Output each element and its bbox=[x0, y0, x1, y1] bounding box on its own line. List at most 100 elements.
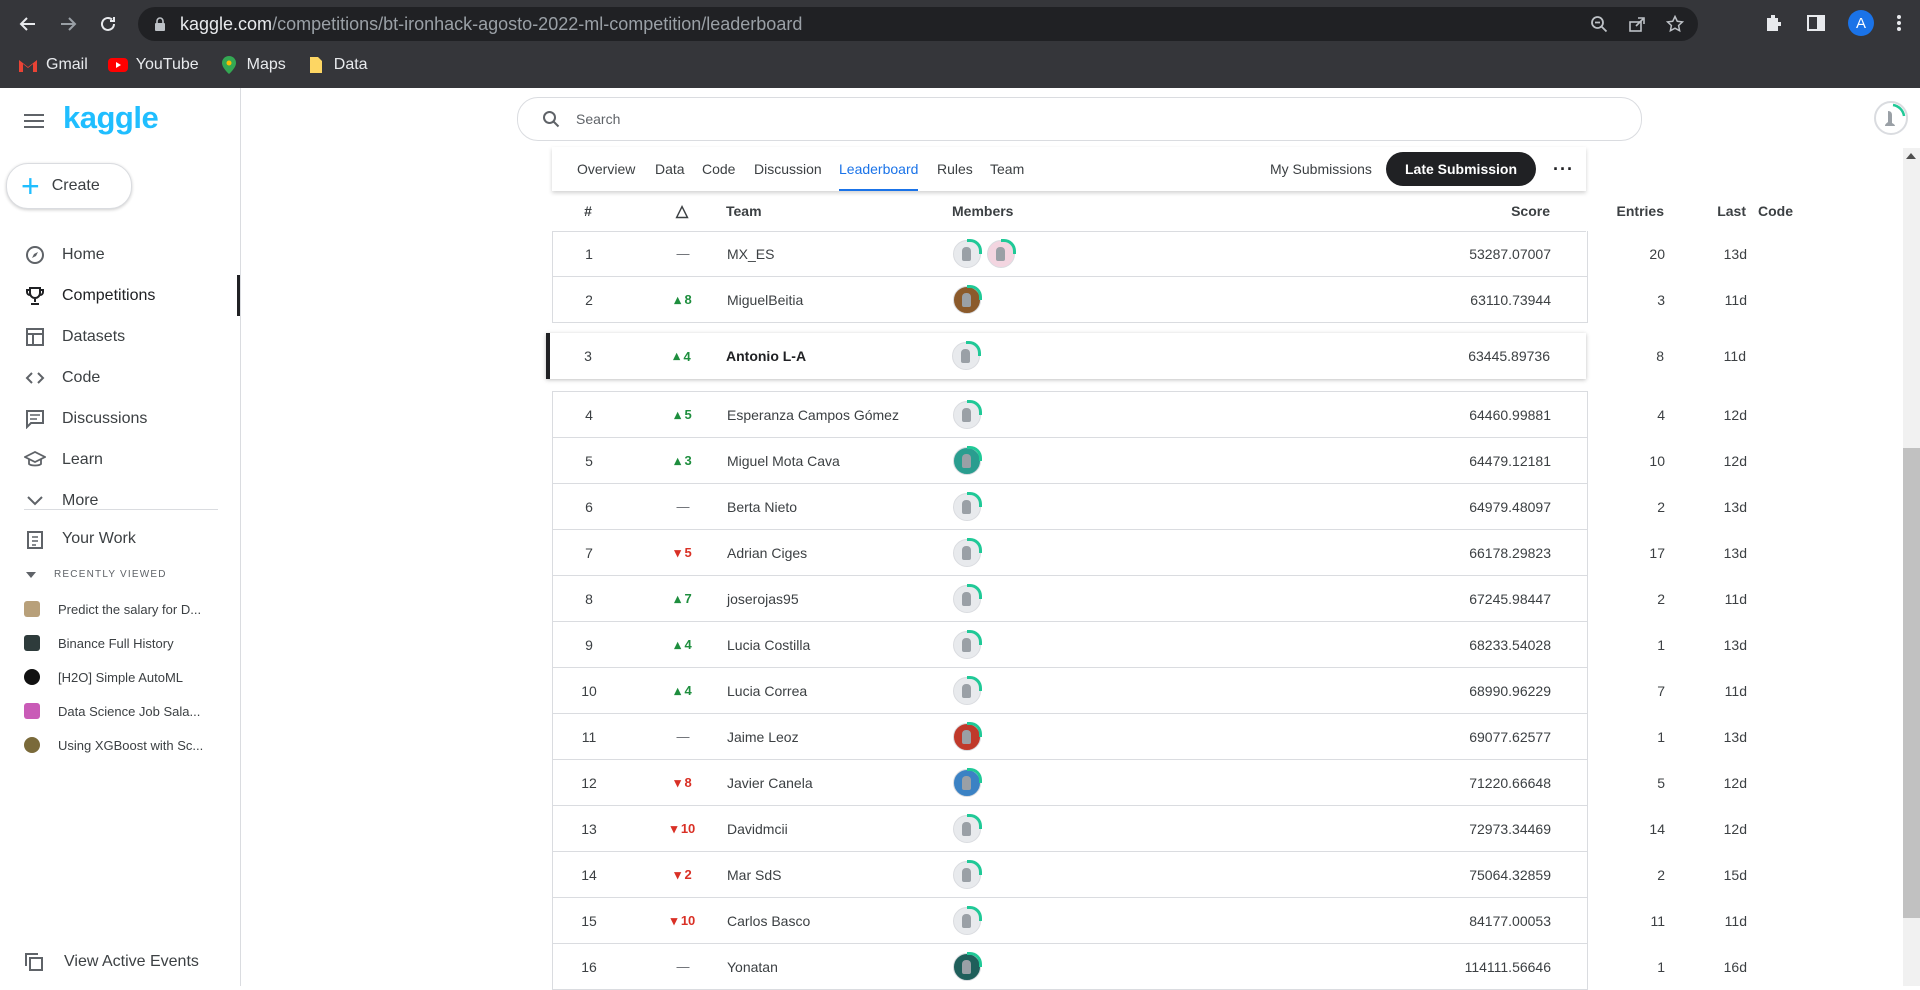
team-name[interactable]: Esperanza Campos Gómez bbox=[727, 392, 899, 437]
table-row[interactable]: 16 — Yonatan 114111.56646 1 16d bbox=[553, 944, 1747, 990]
user-avatar[interactable] bbox=[1874, 101, 1908, 135]
tab-discussion[interactable]: Discussion bbox=[754, 147, 822, 191]
scrollbar-thumb[interactable] bbox=[1903, 448, 1920, 918]
bookmark-gmail[interactable]: Gmail bbox=[18, 56, 88, 74]
member-avatar[interactable] bbox=[953, 445, 982, 475]
member-avatar[interactable] bbox=[953, 675, 982, 705]
late-submission-button[interactable]: Late Submission bbox=[1386, 152, 1536, 186]
team-name[interactable]: Miguel Mota Cava bbox=[727, 438, 840, 483]
hamburger-menu-icon[interactable] bbox=[24, 110, 44, 132]
address-bar[interactable]: kaggle.com/competitions/bt-ironhack-agos… bbox=[138, 7, 1698, 41]
tab-code[interactable]: Code bbox=[702, 147, 735, 191]
team-name[interactable]: Lucia Correa bbox=[727, 668, 807, 713]
table-row[interactable]: 9 ▴ 4 Lucia Costilla 68233.54028 1 13d bbox=[553, 622, 1747, 668]
menu-dots-icon[interactable] bbox=[1896, 13, 1902, 33]
star-icon[interactable] bbox=[1666, 15, 1684, 33]
member-avatar[interactable] bbox=[987, 238, 1016, 268]
sidebar-item-your-work[interactable]: Your Work bbox=[0, 518, 240, 559]
recent-item[interactable]: Using XGBoost with Sc... bbox=[24, 737, 203, 753]
sidebar-item-more[interactable]: More bbox=[0, 480, 240, 521]
bookmark-youtube[interactable]: YouTube bbox=[107, 56, 199, 74]
member-avatar[interactable] bbox=[953, 813, 982, 843]
member-avatar[interactable] bbox=[953, 491, 982, 521]
reload-icon[interactable] bbox=[94, 10, 122, 38]
tab-rules[interactable]: Rules bbox=[937, 147, 973, 191]
team-name[interactable]: Carlos Basco bbox=[727, 898, 810, 943]
tab-team[interactable]: Team bbox=[990, 147, 1024, 191]
recently-viewed-header[interactable]: RECENTLY VIEWED bbox=[26, 569, 167, 580]
team-name[interactable]: Antonio L-A bbox=[726, 333, 806, 379]
tab-data[interactable]: Data bbox=[655, 147, 685, 191]
table-row[interactable]: 10 ▴ 4 Lucia Correa 68990.96229 7 11d bbox=[553, 668, 1747, 714]
sidebar-item-datasets[interactable]: Datasets bbox=[0, 316, 240, 357]
member-avatar[interactable] bbox=[953, 721, 982, 751]
score: 66178.29823 bbox=[1469, 544, 1551, 561]
zoom-icon[interactable] bbox=[1590, 15, 1608, 33]
table-row[interactable]: 15 ▾ 10 Carlos Basco 84177.00053 11 11d bbox=[553, 898, 1747, 944]
sidebar-item-competitions[interactable]: Competitions bbox=[0, 275, 240, 316]
my-submissions-link[interactable]: My Submissions bbox=[1270, 147, 1372, 191]
profile-avatar[interactable]: A bbox=[1848, 10, 1874, 36]
team-name[interactable]: Jaime Leoz bbox=[727, 714, 799, 759]
search-input[interactable]: Search bbox=[576, 111, 620, 127]
bookmark-maps[interactable]: Maps bbox=[219, 56, 286, 74]
table-row[interactable]: 13 ▾ 10 Davidmcii 72973.34469 14 12d bbox=[553, 806, 1747, 852]
member-avatar[interactable] bbox=[953, 767, 982, 797]
member-avatar[interactable] bbox=[953, 859, 982, 889]
member-avatar[interactable] bbox=[953, 238, 982, 268]
team-name[interactable]: Yonatan bbox=[727, 944, 778, 989]
kaggle-logo[interactable]: kaggle bbox=[63, 100, 159, 136]
recent-item[interactable]: [H2O] Simple AutoML bbox=[24, 669, 183, 685]
team-name[interactable]: MX_ES bbox=[727, 231, 774, 276]
back-icon[interactable] bbox=[14, 10, 42, 38]
table-row[interactable]: 1 — MX_ES 53287.07007 20 13d bbox=[553, 231, 1747, 277]
sidebar-item-discussions[interactable]: Discussions bbox=[0, 398, 240, 439]
recent-item[interactable]: Data Science Job Sala... bbox=[24, 703, 200, 719]
recent-item[interactable]: Binance Full History bbox=[24, 635, 174, 651]
table-row[interactable]: 11 — Jaime Leoz 69077.62577 1 13d bbox=[553, 714, 1747, 760]
share-icon[interactable] bbox=[1628, 15, 1646, 33]
member-avatar[interactable] bbox=[953, 399, 982, 429]
team-name[interactable]: Berta Nieto bbox=[727, 484, 797, 529]
table-row[interactable]: 14 ▾ 2 Mar SdS 75064.32859 2 15d bbox=[553, 852, 1747, 898]
sidebar-item-learn[interactable]: Learn bbox=[0, 439, 240, 480]
table-row[interactable]: 12 ▾ 8 Javier Canela 71220.66648 5 12d bbox=[553, 760, 1747, 806]
more-options-icon[interactable]: ··· bbox=[1553, 159, 1574, 180]
rank: 9 bbox=[585, 636, 593, 653]
team-name[interactable]: Lucia Costilla bbox=[727, 622, 810, 667]
team-name[interactable]: MiguelBeitia bbox=[727, 277, 803, 322]
member-avatar[interactable] bbox=[953, 951, 982, 981]
create-button[interactable]: + Create bbox=[6, 163, 132, 209]
table-row[interactable]: 7 ▾ 5 Adrian Ciges 66178.29823 17 13d bbox=[553, 530, 1747, 576]
member-avatar[interactable] bbox=[952, 341, 981, 370]
team-name[interactable]: Adrian Ciges bbox=[727, 530, 807, 575]
search-bar[interactable]: Search bbox=[517, 97, 1642, 141]
recent-item[interactable]: Predict the salary for D... bbox=[24, 601, 201, 617]
member-avatar[interactable] bbox=[953, 284, 982, 314]
table-row[interactable]: 6 — Berta Nieto 64979.48097 2 13d bbox=[553, 484, 1747, 530]
table-row[interactable]: 4 ▴ 5 Esperanza Campos Gómez 64460.99881… bbox=[553, 392, 1747, 438]
own-team-row[interactable]: 3 ▴ 4 Antonio L-A 63445.89736 8 11d bbox=[546, 333, 1746, 379]
sidebar-item-home[interactable]: Home bbox=[0, 234, 240, 275]
header-last: Last bbox=[1717, 203, 1746, 219]
bookmark-data[interactable]: Data bbox=[306, 56, 368, 74]
side-panel-icon[interactable] bbox=[1806, 13, 1826, 33]
team-name[interactable]: Davidmcii bbox=[727, 806, 788, 851]
table-row[interactable]: 5 ▴ 3 Miguel Mota Cava 64479.12181 10 12… bbox=[553, 438, 1747, 484]
tab-leaderboard[interactable]: Leaderboard bbox=[839, 147, 919, 191]
view-active-events-link[interactable]: View Active Events bbox=[24, 952, 199, 972]
team-name[interactable]: Javier Canela bbox=[727, 760, 813, 805]
team-name[interactable]: Mar SdS bbox=[727, 852, 781, 897]
sidebar-item-code[interactable]: Code bbox=[0, 357, 240, 398]
tab-overview[interactable]: Overview bbox=[577, 147, 635, 191]
team-name[interactable]: joserojas95 bbox=[727, 576, 799, 621]
member-avatar[interactable] bbox=[953, 537, 982, 567]
member-avatar[interactable] bbox=[953, 583, 982, 613]
forward-icon[interactable] bbox=[54, 10, 82, 38]
table-row[interactable]: 2 ▴ 8 MiguelBeitia 63110.73944 3 11d bbox=[553, 277, 1747, 323]
member-avatar[interactable] bbox=[953, 905, 982, 935]
table-row[interactable]: 8 ▴ 7 joserojas95 67245.98447 2 11d bbox=[553, 576, 1747, 622]
member-avatar[interactable] bbox=[953, 629, 982, 659]
scroll-up-icon[interactable] bbox=[1906, 153, 1916, 159]
extensions-icon[interactable] bbox=[1764, 13, 1784, 33]
